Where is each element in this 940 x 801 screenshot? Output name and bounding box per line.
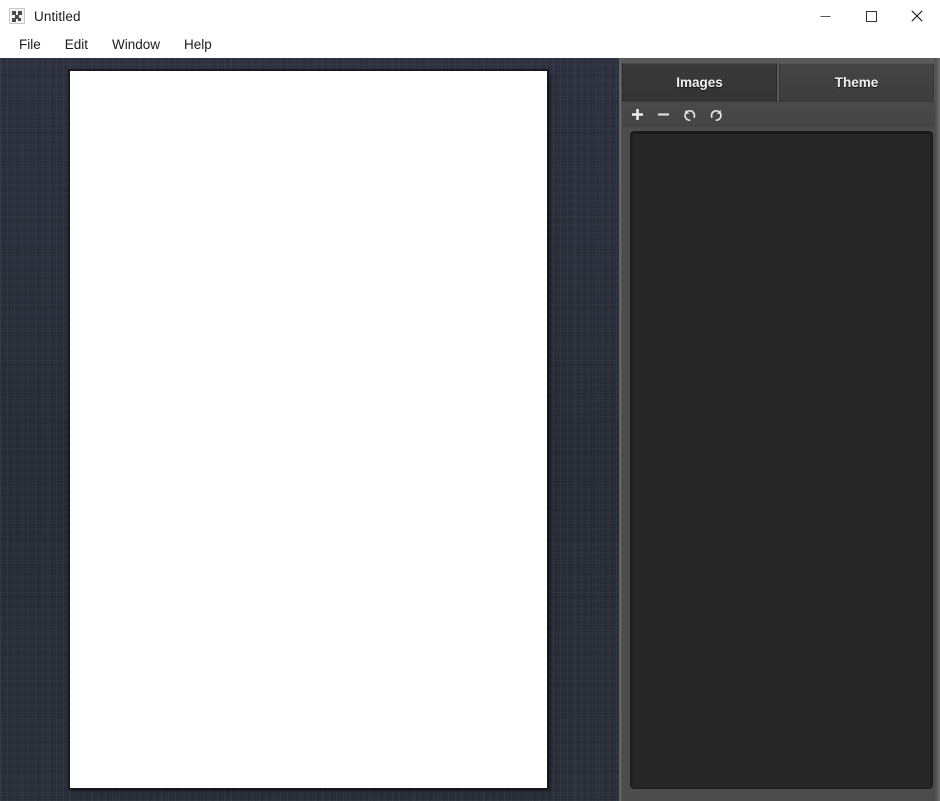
maximize-icon (865, 10, 877, 22)
rotate-right-button[interactable] (708, 106, 723, 123)
menu-item-file[interactable]: File (8, 35, 52, 56)
minimize-button[interactable] (802, 0, 848, 32)
close-icon (911, 10, 923, 22)
title-bar-left: Untitled (0, 8, 81, 24)
application-window: Untitled File Edit Window Help Images Th… (0, 0, 940, 801)
menu-item-window[interactable]: Window (101, 35, 171, 56)
remove-image-button[interactable] (656, 106, 671, 123)
rotate-right-icon (710, 109, 722, 121)
window-controls (802, 0, 940, 32)
menu-bar: File Edit Window Help (0, 32, 940, 58)
images-toolbar (622, 101, 940, 127)
window-title: Untitled (34, 8, 81, 24)
rotate-left-icon (683, 109, 695, 121)
canvas-area[interactable] (0, 58, 619, 801)
document-page[interactable] (69, 70, 548, 789)
tab-images[interactable]: Images (622, 63, 777, 101)
maximize-button[interactable] (848, 0, 894, 32)
panel-right-edge (935, 58, 940, 801)
title-bar: Untitled (0, 0, 940, 32)
tab-theme[interactable]: Theme (779, 63, 934, 101)
minus-icon (658, 113, 669, 116)
menu-item-help[interactable]: Help (173, 35, 223, 56)
menu-item-edit[interactable]: Edit (54, 35, 99, 56)
app-icon (9, 8, 25, 24)
image-list[interactable] (630, 131, 933, 789)
rotate-left-button[interactable] (682, 106, 697, 123)
dock-panel: Images Theme (622, 58, 940, 801)
minimize-icon (820, 15, 830, 17)
close-button[interactable] (894, 0, 940, 32)
dock-tab-strip: Images Theme (622, 58, 940, 101)
add-image-button[interactable] (630, 106, 645, 123)
app-body: Images Theme (0, 58, 940, 801)
plus-icon (632, 109, 643, 120)
